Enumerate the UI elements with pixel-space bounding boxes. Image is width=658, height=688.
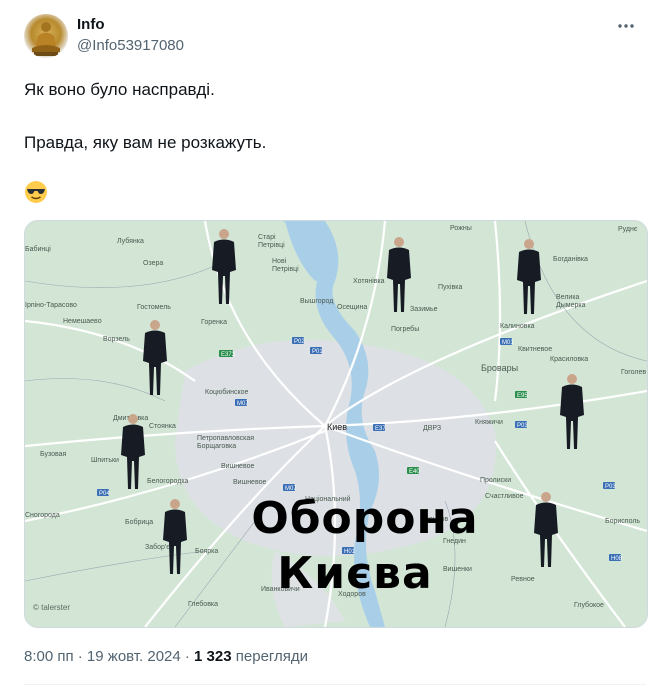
svg-text:Бузовая: Бузовая	[40, 451, 66, 458]
views-label: перегляди	[231, 648, 309, 665]
buddha-avatar-icon	[32, 22, 60, 56]
tweet-text-line-1: Як воно було насправді.	[24, 80, 215, 99]
svg-text:Лубянка: Лубянка	[117, 237, 144, 245]
svg-text:H08: H08	[611, 556, 623, 562]
svg-text:P04: P04	[99, 491, 110, 497]
svg-text:E40: E40	[409, 469, 420, 475]
svg-text:Сногорода: Сногорода	[25, 512, 60, 519]
svg-text:Стоянка: Стоянка	[149, 423, 176, 430]
svg-text:Велика: Велика	[556, 294, 580, 301]
svg-text:Богданівка: Богданівка	[553, 255, 588, 263]
svg-text:Осещина: Осещина	[337, 304, 367, 311]
svg-text:Бабинці: Бабинці	[25, 245, 51, 253]
svg-text:Старі: Старі	[258, 233, 276, 241]
author-handle[interactable]: @Info53917080	[77, 37, 184, 54]
svg-text:Борщаговка: Борщаговка	[197, 443, 236, 450]
svg-text:Ворзель: Ворзель	[103, 336, 130, 343]
sunglasses-emoji-icon	[24, 180, 48, 204]
svg-text:Руднє: Руднє	[618, 226, 638, 233]
map-watermark: © talerster	[33, 603, 71, 612]
svg-text:Зазимье: Зазимье	[410, 306, 438, 313]
svg-text:Гоголев: Гоголев	[621, 369, 646, 376]
svg-text:Ірпіно-Тарасово: Ірпіно-Тарасово	[25, 301, 77, 309]
svg-text:P03: P03	[517, 423, 528, 429]
svg-text:Калиновка: Калиновка	[500, 323, 535, 330]
svg-text:Белогородка: Белогородка	[147, 478, 189, 485]
svg-text:M01: M01	[502, 340, 514, 346]
svg-text:Красиловка: Красиловка	[550, 356, 588, 363]
tweet-meta: 8:00 пп · 19 жовт. 2024 · 1 323 перегляд…	[24, 648, 308, 665]
svg-text:Вишневое: Вишневое	[233, 479, 266, 486]
svg-text:M07: M07	[285, 486, 297, 492]
map-title-line-2: Києва	[277, 548, 433, 599]
svg-text:Квитневое: Квитневое	[518, 346, 552, 353]
svg-text:Хотянівка: Хотянівка	[353, 277, 385, 285]
svg-text:Пролиски: Пролиски	[480, 477, 511, 484]
svg-text:E37: E37	[375, 426, 386, 432]
svg-text:Пухівка: Пухівка	[438, 283, 463, 291]
svg-text:Горенка: Горенка	[201, 319, 227, 326]
svg-text:Киев: Киев	[327, 422, 347, 432]
divider	[24, 684, 646, 685]
svg-text:P02: P02	[294, 339, 305, 345]
svg-text:Глебовка: Глебовка	[188, 600, 218, 608]
svg-text:Княжичи: Княжичи	[475, 419, 503, 426]
avatar[interactable]	[24, 14, 68, 58]
author-name[interactable]: Info	[77, 16, 105, 33]
views-count: 1 323	[194, 648, 232, 665]
svg-text:Озера: Озера	[143, 260, 163, 267]
svg-text:Дымерка: Дымерка	[556, 302, 586, 309]
svg-text:M07: M07	[237, 401, 249, 407]
tweet-text-line-2: Правда, яку вам не розкажуть.	[24, 133, 267, 152]
svg-text:Бровары: Бровары	[481, 363, 518, 373]
svg-text:Погребы: Погребы	[391, 325, 419, 333]
svg-text:Гостомель: Гостомель	[137, 304, 171, 311]
map-title-line-1: Оборона	[251, 493, 479, 544]
svg-text:Петрівці: Петрівці	[258, 241, 285, 249]
svg-text:Шпитьки: Шпитьки	[91, 457, 119, 464]
svg-text:ДВРЗ: ДВРЗ	[423, 425, 441, 432]
tweet-media-image[interactable]: Лубянка Озера Бабинці Старі Петрівці Нов…	[24, 220, 648, 628]
svg-text:Коцюбинское: Коцюбинское	[205, 388, 249, 396]
svg-text:Нові: Нові	[272, 257, 287, 265]
svg-text:Глубокое: Глубокое	[574, 601, 604, 609]
svg-text:Петропавловская: Петропавловская	[197, 435, 254, 442]
tweet-timestamp[interactable]: 8:00 пп · 19 жовт. 2024 ·	[24, 648, 194, 665]
svg-text:P01: P01	[312, 349, 323, 355]
svg-text:Вишневое: Вишневое	[221, 463, 254, 470]
svg-text:Рожны: Рожны	[450, 225, 472, 232]
svg-text:E95: E95	[517, 393, 528, 399]
svg-text:Немешаево: Немешаево	[63, 318, 102, 325]
svg-text:P03: P03	[605, 484, 616, 490]
svg-text:Петрівці: Петрівці	[272, 265, 299, 273]
svg-text:E373: E373	[221, 352, 236, 358]
more-horizontal-icon[interactable]	[616, 18, 636, 34]
svg-text:Вышгород: Вышгород	[300, 298, 333, 305]
